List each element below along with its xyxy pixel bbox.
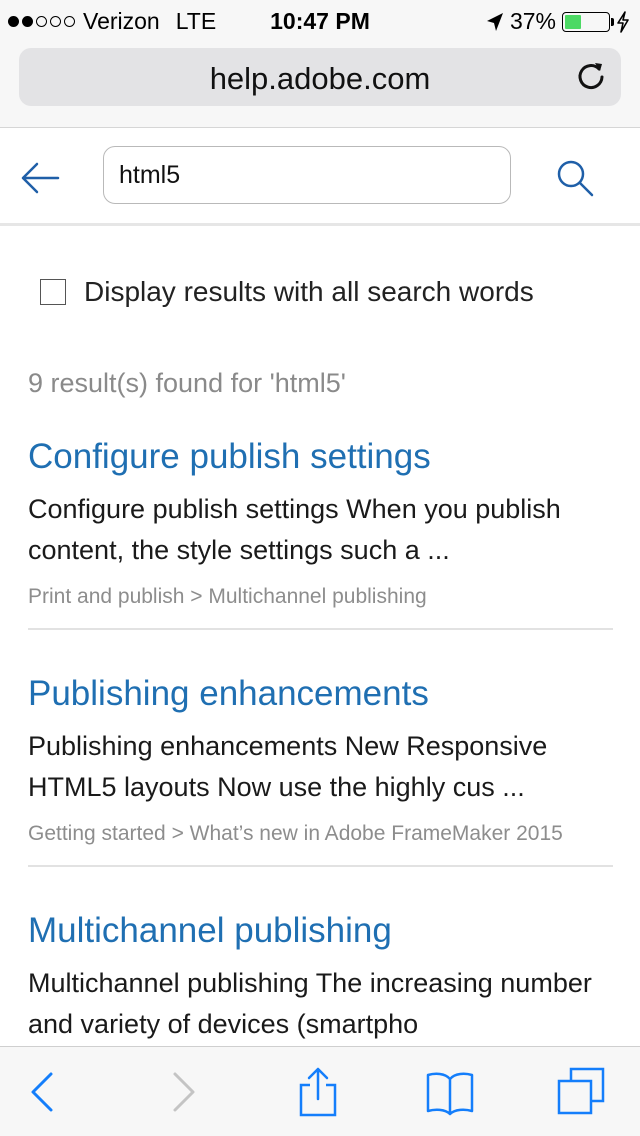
share-icon[interactable]	[293, 1067, 343, 1117]
search-icon[interactable]	[554, 158, 596, 198]
search-header	[0, 128, 640, 226]
bookmarks-icon[interactable]	[425, 1067, 475, 1117]
result-title-link[interactable]: Configure publish settings	[28, 433, 613, 481]
result-snippet: Multichannel publishing The increasing n…	[28, 968, 592, 1039]
location-arrow-icon	[486, 12, 503, 31]
back-arrow-icon[interactable]	[20, 162, 60, 194]
status-bar: Verizon LTE 10:47 PM 37%	[0, 0, 640, 40]
search-input[interactable]	[103, 146, 511, 204]
browser-toolbar	[0, 1046, 640, 1136]
results-list: Configure publish settings Configure pub…	[28, 433, 613, 1046]
result-item: Publishing enhancements Publishing enhan…	[28, 670, 613, 867]
result-item: Multichannel publishing Multichannel pub…	[28, 907, 613, 1046]
url-text[interactable]: help.adobe.com	[19, 61, 621, 97]
address-bar[interactable]: help.adobe.com	[19, 48, 621, 106]
back-icon[interactable]	[18, 1067, 68, 1117]
result-title-link[interactable]: Publishing enhancements	[28, 670, 613, 718]
all-words-checkbox[interactable]	[40, 279, 66, 305]
result-title-link[interactable]: Multichannel publishing	[28, 907, 613, 955]
browser-address-area: help.adobe.com	[0, 40, 640, 128]
result-snippet: Configure publish settings When you publ…	[28, 494, 561, 565]
battery-cap	[611, 17, 614, 26]
reload-icon[interactable]	[575, 60, 607, 92]
battery-percent: 37%	[509, 8, 556, 34]
result-breadcrumb: Getting started > What’s new in Adobe Fr…	[28, 822, 563, 845]
result-snippet: Publishing enhancements New Responsive H…	[28, 731, 548, 802]
search-results-page: Display results with all search words 9 …	[0, 228, 640, 1046]
tabs-icon[interactable]	[557, 1067, 607, 1117]
battery-level	[565, 14, 581, 29]
battery-icon	[562, 11, 614, 32]
all-words-label[interactable]: Display results with all search words	[84, 276, 534, 308]
status-right: 37%	[486, 8, 630, 35]
forward-icon[interactable]	[158, 1067, 208, 1117]
result-breadcrumb: Print and publish > Multichannel publish…	[28, 585, 427, 608]
result-count: 9 result(s) found for 'html5'	[28, 368, 346, 398]
all-words-filter[interactable]: Display results with all search words	[40, 276, 534, 308]
result-item: Configure publish settings Configure pub…	[28, 433, 613, 630]
charging-bolt-icon	[617, 10, 629, 33]
